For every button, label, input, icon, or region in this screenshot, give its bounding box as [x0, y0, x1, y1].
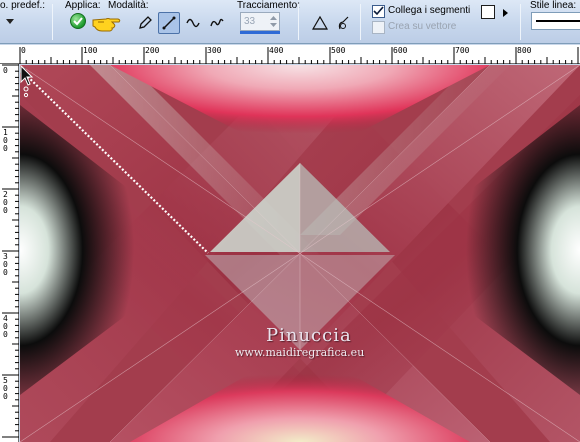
ruler-top-label: 700 — [455, 46, 470, 55]
ruler-left-label: 400 — [3, 314, 8, 339]
pen-icon — [139, 16, 152, 29]
ruler-left-label: 0 — [3, 66, 8, 75]
pen-mode-button[interactable] — [134, 12, 156, 34]
ruler-left-label: 500 — [3, 376, 8, 401]
tracking-slider[interactable] — [240, 31, 280, 34]
create-on-vector-checkbox[interactable] — [372, 21, 385, 34]
presets-label: o. predef.: — [0, 0, 46, 11]
chevron-down-icon — [6, 19, 14, 24]
tool-options-toolbar: o. predef.: Applica: Modalità: Tracciame… — [0, 0, 580, 44]
canvas-artwork — [20, 65, 580, 442]
mode-label: Modalità: — [108, 0, 149, 11]
ruler-top-label: 400 — [269, 46, 284, 55]
line-segment-mode-button[interactable] — [158, 12, 180, 34]
ruler-top-label: 0 — [21, 46, 26, 55]
tracking-label: Tracciamento: — [237, 0, 300, 11]
connect-segments-label: Collega i segmenti — [388, 5, 471, 16]
line-tool-cursor-icon — [20, 65, 34, 98]
ruler-left-label: 100 — [3, 128, 8, 153]
node-edit-icon — [311, 15, 329, 30]
create-on-vector-label: Crea su vettore — [388, 21, 457, 32]
freehand-mode-button[interactable] — [206, 12, 228, 34]
contour-button[interactable] — [333, 12, 355, 34]
watermark-url: www.maidiregrafica.eu — [235, 346, 365, 359]
presets-dropdown[interactable] — [3, 14, 17, 31]
ruler-top-label: 600 — [393, 46, 408, 55]
tracking-stepper[interactable]: 33 — [240, 12, 280, 31]
toolbar-separator — [298, 4, 299, 40]
ruler-top-label: 300 — [207, 46, 222, 55]
toolbar-separator — [360, 4, 361, 40]
line-segment-icon — [162, 16, 176, 30]
ruler-left-label: 200 — [3, 190, 8, 215]
bezier-curve-icon — [186, 18, 200, 28]
image-canvas[interactable]: Pinuccia www.maidiregrafica.eu — [20, 65, 580, 442]
ruler-top-label: 200 — [145, 46, 160, 55]
checkmark-icon — [373, 6, 384, 16]
watermark-title: Pinuccia — [266, 325, 352, 346]
connect-segments-checkbox[interactable] — [372, 5, 385, 18]
stepper-arrows-icon — [270, 16, 277, 27]
tracking-value: 33 — [244, 16, 256, 27]
ruler-top-label: 100 — [83, 46, 98, 55]
square-option-button[interactable] — [481, 5, 495, 19]
apply-label: Applica: — [65, 0, 101, 11]
freehand-icon — [210, 18, 224, 27]
ruler-top-label: 500 — [331, 46, 346, 55]
ruler-top-label: 800 — [517, 46, 532, 55]
ruler-left-label: 300 — [3, 252, 8, 277]
apply-check-icon — [73, 17, 83, 26]
contour-icon — [338, 16, 349, 30]
line-style-label: Stile linea: — [530, 0, 577, 11]
node-edit-button[interactable] — [309, 12, 331, 34]
toolbar-separator — [52, 4, 53, 40]
pointing-hand-icon — [92, 18, 121, 32]
line-style-preview — [536, 20, 580, 22]
more-options-arrow-icon[interactable] — [503, 9, 508, 17]
apply-button[interactable] — [70, 13, 86, 29]
bezier-mode-button[interactable] — [182, 12, 204, 34]
toolbar-separator — [520, 4, 521, 40]
